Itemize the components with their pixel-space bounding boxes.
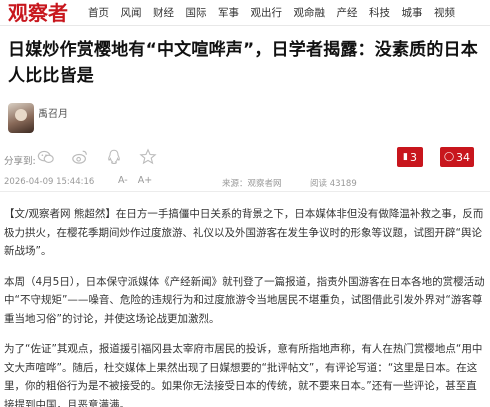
font-decrease-button[interactable]: A- xyxy=(118,175,128,186)
main-nav: 首页 风闻 财经 国际 军事 观出行 观命融 产经 科技 城事 视频 xyxy=(88,0,467,26)
favorite-icon: ▮ xyxy=(403,152,408,162)
font-size-controls: A- A+ xyxy=(118,175,162,186)
nav-item-industry[interactable]: 产经 xyxy=(337,0,358,26)
article-paragraph: 本周（4月5日），日本保守派媒体《产经新闻》就刊登了一篇报道，指责外国游客在日本… xyxy=(4,275,485,325)
weibo-icon[interactable] xyxy=(70,147,90,167)
font-increase-button[interactable]: A+ xyxy=(138,175,152,186)
comment-count: 34 xyxy=(456,150,471,164)
publish-time: 2026-04-09 15:44:16 xyxy=(4,177,95,187)
article-paragraph: 【文/观察者网 熊超然】在日方一手搞僵中日关系的背景之下，日本媒体非但没有做降温… xyxy=(4,208,484,257)
qq-icon[interactable] xyxy=(104,147,124,167)
comment-icon: ◯ xyxy=(443,152,455,162)
nav-item-international[interactable]: 国际 xyxy=(186,0,207,26)
wechat-icon[interactable] xyxy=(36,147,56,167)
nav-item-fusion[interactable]: 观命融 xyxy=(294,0,326,26)
site-logo[interactable]: 观察者 xyxy=(8,0,68,26)
article-body: 【文/观察者网 熊超然】在日方一手搞僵中日关系的背景之下，日本媒体非但没有做降温… xyxy=(4,205,486,407)
nav-item-military[interactable]: 军事 xyxy=(218,0,239,26)
nav-item-fengwen[interactable]: 风闻 xyxy=(121,0,142,26)
favorite-button[interactable]: ▮ 3 xyxy=(397,147,423,167)
article-meta: 2026-04-09 15:44:16 A- A+ 来源：观察者网 阅读 431… xyxy=(0,172,490,192)
top-nav-bar: 观察者 首页 风闻 财经 国际 军事 观出行 观命融 产经 科技 城事 视频 xyxy=(0,0,490,26)
qzone-icon[interactable] xyxy=(138,147,158,167)
article-paragraph: 为了“佐证”其观点，报道援引福冈县太宰府市居民的投诉，意有所指地声称，有人在热门… xyxy=(4,343,483,407)
nav-item-finance[interactable]: 财经 xyxy=(153,0,174,26)
nav-item-travel[interactable]: 观出行 xyxy=(251,0,283,26)
favorite-count: 3 xyxy=(409,150,417,164)
view-count: 阅读 43189 xyxy=(310,179,357,189)
share-icons xyxy=(36,147,172,167)
nav-item-home[interactable]: 首页 xyxy=(88,0,109,26)
share-label: 分享到: xyxy=(4,156,36,167)
nav-item-tech[interactable]: 科技 xyxy=(369,0,390,26)
author-name[interactable]: 禹召月 xyxy=(38,105,68,120)
nav-item-city[interactable]: 城事 xyxy=(402,0,423,26)
article-source: 来源：观察者网 xyxy=(222,179,282,189)
article-headline: 日媒炒作赏樱地有“中文喧哗声”，日学者揭露：没素质的日本人比比皆是 xyxy=(8,40,478,86)
avatar[interactable] xyxy=(8,103,34,133)
comment-button[interactable]: ◯ 34 xyxy=(440,147,474,167)
nav-item-video[interactable]: 视频 xyxy=(434,0,455,26)
share-bar: 分享到: ▮ 3 ◯ 34 xyxy=(0,145,490,171)
